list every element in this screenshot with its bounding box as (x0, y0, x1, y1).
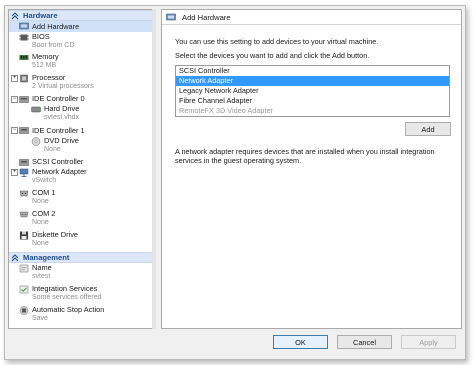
collapse-chevron-icon[interactable] (11, 253, 19, 262)
collapse-chevron-icon[interactable] (11, 11, 19, 20)
sidebar-item-detail: None (44, 145, 61, 153)
sidebar-item-label: Name (32, 263, 52, 272)
collapse-icon[interactable]: − (11, 127, 18, 134)
sidebar-item-label: IDE Controller 1 (32, 125, 85, 135)
sidebar-item-hard-drive[interactable]: Hard Drive svtest.vhdx (9, 104, 155, 125)
cancel-button[interactable]: Cancel (337, 335, 392, 349)
settings-tree: Hardware Add Hardware BIOS Boot from CD … (8, 9, 156, 329)
add-button[interactable]: Add (405, 122, 451, 136)
stop-action-icon (19, 306, 29, 315)
memory-module-icon (19, 54, 29, 60)
expand-icon[interactable]: + (11, 169, 18, 176)
sidebar-item-label: BIOS (32, 31, 50, 41)
ok-button[interactable]: OK (273, 335, 328, 349)
sidebar-item-detail: Boot from CD (32, 41, 75, 49)
sidebar-item-scsi-controller[interactable]: SCSI Controller (9, 157, 155, 168)
sidebar-item-label: Automatic Stop Action (32, 305, 105, 314)
scsi-controller-icon (19, 158, 29, 166)
section-hardware-label: Hardware (23, 11, 58, 20)
sidebar-item-label: Integration Services (32, 284, 98, 293)
list-item-selected[interactable]: Network Adapter (176, 76, 449, 86)
sidebar-item-label: SCSI Controller (32, 157, 84, 167)
collapse-icon[interactable]: − (11, 95, 18, 103)
sidebar-item-label: Network Adapter (32, 167, 87, 176)
sidebar-item-com-1[interactable]: COM 1 None (9, 188, 155, 209)
com-port-icon (19, 190, 29, 197)
sidebar-item-label: Add Hardware (32, 21, 80, 31)
add-hardware-icon (19, 22, 29, 30)
section-management-label: Management (23, 253, 70, 262)
sidebar-item-label: COM 2 (32, 209, 56, 218)
details-panel: Add Hardware You can use this setting to… (161, 9, 462, 329)
description-line-1: A network adapter requires devices that … (175, 147, 435, 156)
sidebar-item-dvd-drive[interactable]: DVD Drive None (9, 136, 155, 157)
integration-services-icon (19, 285, 29, 294)
sidebar-item-detail: vSwitch (32, 177, 57, 184)
sidebar-item-ide-controller-0[interactable]: − IDE Controller 0 (9, 94, 155, 105)
network-adapter-icon (19, 168, 29, 177)
sidebar-item-name[interactable]: Name svtest (9, 263, 155, 284)
dvd-drive-icon (31, 136, 41, 146)
list-item[interactable]: Legacy Network Adapter (176, 86, 449, 96)
sidebar-item-label: Diskette Drive (32, 230, 78, 239)
add-hardware-icon (166, 13, 176, 21)
list-item[interactable]: SCSI Controller (176, 66, 449, 76)
section-management[interactable]: Management (9, 252, 155, 263)
sidebar-item-automatic-stop-action[interactable]: Automatic Stop Action Save (9, 305, 155, 326)
sidebar-item-ide-controller-1[interactable]: − IDE Controller 1 (9, 125, 155, 136)
page-title: Add Hardware (182, 12, 231, 22)
sidebar-item-detail: Some services offered (32, 294, 102, 301)
sidebar-item-diskette-drive[interactable]: Diskette Drive None (9, 230, 155, 252)
sidebar-item-label: COM 1 (32, 188, 56, 197)
sidebar-item-add-hardware[interactable]: Add Hardware (9, 21, 155, 32)
processor-icon (20, 74, 28, 82)
sidebar-item-integration-services[interactable]: Integration Services Some services offer… (9, 284, 155, 305)
sidebar-item-label: DVD Drive (44, 135, 79, 145)
panel-header: Add Hardware (162, 10, 461, 25)
sidebar-item-detail: None (32, 219, 49, 226)
sidebar-item-detail: svtest (32, 273, 51, 280)
sidebar-item-detail: 512 MB (32, 61, 57, 69)
sidebar-item-label: Memory (32, 51, 59, 61)
sidebar-item-detail: None (32, 198, 49, 205)
intro-text: You can use this setting to add devices … (175, 37, 379, 46)
section-hardware[interactable]: Hardware (9, 10, 155, 21)
sidebar-item-label: Hard Drive (44, 104, 80, 113)
sidebar-item-detail: None (32, 240, 49, 247)
bios-chip-icon (19, 34, 29, 40)
list-item[interactable]: Fibre Channel Adapter (176, 96, 449, 106)
sidebar-item-label: IDE Controller 0 (32, 94, 85, 104)
tree-scrollbar[interactable] (152, 9, 156, 329)
sidebar-item-detail: Save (32, 315, 48, 322)
sidebar-item-detail: 2 Virtual processors (32, 82, 94, 90)
instruction-text: Select the devices you want to add and c… (175, 51, 370, 60)
sidebar-item-com-2[interactable]: COM 2 None (9, 209, 155, 230)
name-tag-icon (19, 264, 29, 273)
sidebar-item-memory[interactable]: Memory 512 MB (9, 52, 155, 73)
ide-controller-icon (19, 95, 29, 103)
diskette-icon (20, 231, 28, 240)
sidebar-item-label: Processor (32, 72, 66, 82)
device-list[interactable]: SCSI Controller Network Adapter Legacy N… (175, 65, 450, 117)
description-line-2: services in the guest operating system. (175, 156, 302, 165)
ide-controller-icon (19, 127, 29, 134)
hard-drive-icon (31, 106, 41, 113)
settings-window: Hardware Add Hardware BIOS Boot from CD … (4, 5, 466, 360)
expand-icon[interactable]: + (11, 74, 18, 82)
sidebar-item-detail: svtest.vhdx (44, 114, 80, 121)
apply-button[interactable]: Apply (401, 335, 456, 349)
sidebar-item-processor[interactable]: + Processor 2 Virtual processors (9, 73, 155, 94)
list-item-disabled: RemoteFX 3D Video Adapter (179, 106, 273, 115)
sidebar-item-network-adapter[interactable]: + Network Adapter vSwitch (9, 167, 155, 188)
com-port-icon (19, 211, 29, 218)
sidebar-item-bios[interactable]: BIOS Boot from CD (9, 32, 155, 52)
